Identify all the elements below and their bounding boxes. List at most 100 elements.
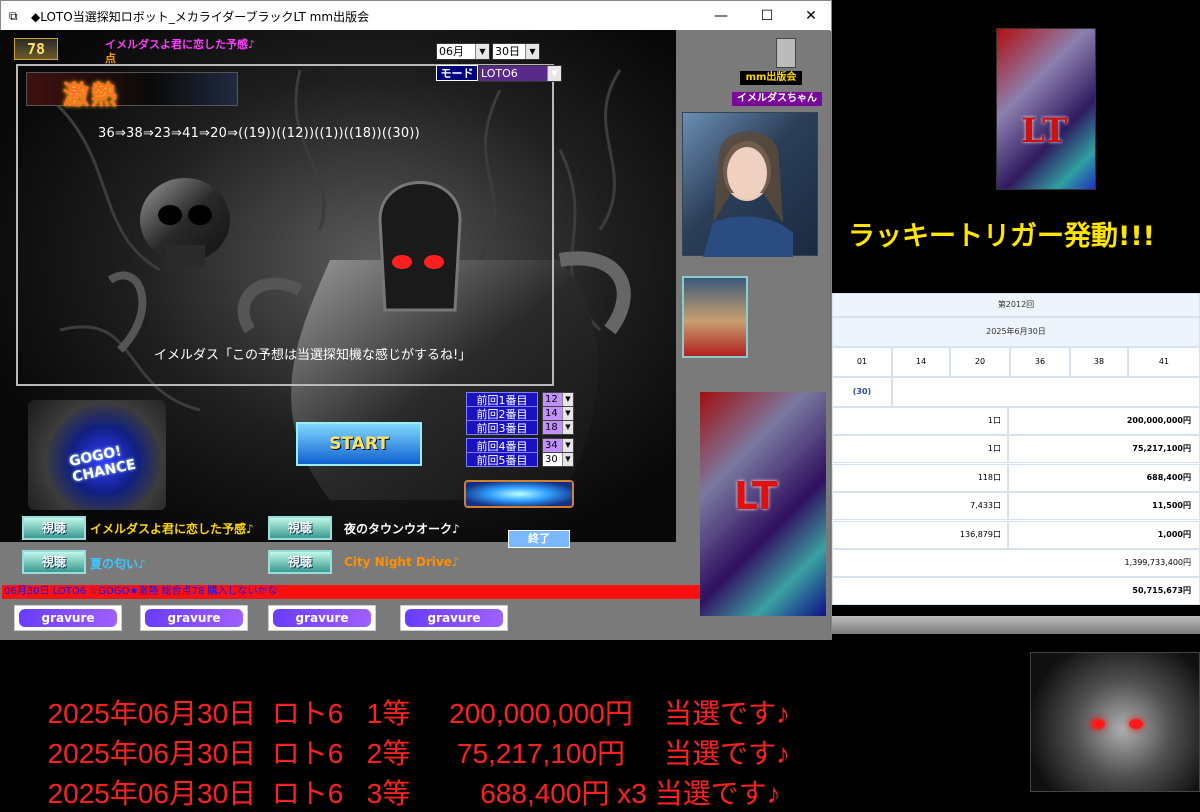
mode-select[interactable]: LOTO6 ▼ bbox=[478, 65, 562, 82]
lucky-trigger-panel: LT bbox=[996, 28, 1096, 190]
gravure-label: gravure bbox=[19, 609, 117, 627]
prev-4-value: 34 bbox=[545, 440, 558, 451]
current-song-title: イメルダスよ君に恋した予感♪ bbox=[105, 38, 256, 51]
chevron-down-icon: ▼ bbox=[475, 44, 489, 59]
winning-number-cell: 38 bbox=[1070, 347, 1128, 377]
prev-4-select[interactable]: 34 ▼ bbox=[542, 438, 574, 453]
gogo-chance-lamp: GOGO! CHANCE bbox=[28, 400, 166, 510]
gravure-label: gravure bbox=[405, 609, 503, 627]
prize-count-cell: 7,433口 bbox=[832, 492, 1008, 521]
slot-lt-text: LT bbox=[734, 474, 778, 518]
song-title-4: City Night Drive♪ bbox=[344, 555, 460, 569]
song-title-2: 夜のタウンウオーク♪ bbox=[344, 522, 460, 536]
score-label: 点 bbox=[105, 52, 116, 65]
prev-5-select[interactable]: 30 ▼ bbox=[542, 452, 574, 467]
mode-label: モード bbox=[436, 65, 478, 81]
end-button[interactable]: 終了 bbox=[508, 530, 570, 548]
prev-2-value: 14 bbox=[545, 408, 558, 419]
chevron-down-icon: ▼ bbox=[562, 393, 573, 406]
publisher-label: mm出版会 bbox=[740, 71, 802, 85]
window-title: ◆LOTO当選探知ロボット_メカライダーブラックLT mm出版会 bbox=[31, 9, 370, 24]
gekinetsu-banner: 激熱 bbox=[26, 72, 238, 111]
chevron-down-icon: ▼ bbox=[547, 66, 561, 81]
preview-button-4[interactable]: 視聴 bbox=[268, 550, 332, 574]
win-game: ロト6 bbox=[271, 778, 344, 809]
prev-1-value: 12 bbox=[545, 394, 558, 405]
display-frame bbox=[16, 64, 554, 386]
prev-1-select[interactable]: 12 ▼ bbox=[542, 392, 574, 407]
bonus-cell: (30) bbox=[832, 377, 892, 407]
lucky-trigger-slot-art: LT bbox=[700, 392, 826, 616]
winning-number-cell: 36 bbox=[1010, 347, 1070, 377]
prize-amount-cell: 11,500円 bbox=[1008, 492, 1200, 521]
preview-button-2[interactable]: 視聴 bbox=[268, 516, 332, 540]
blue-lamp-button[interactable] bbox=[464, 480, 574, 508]
lt-text: LT bbox=[1021, 111, 1068, 151]
lucky-trigger-text: ラッキートリガー発動!!! bbox=[848, 221, 1155, 252]
preview-button-3[interactable]: 視聴 bbox=[22, 550, 86, 574]
song-title-3: 夏の匂い♪ bbox=[90, 557, 146, 571]
slot-thumbnail[interactable] bbox=[682, 276, 748, 358]
win-amount: 688,400円 x3 bbox=[480, 778, 647, 809]
bonus-empty-cell bbox=[892, 377, 1200, 407]
prev-5-label: 前回5番目 bbox=[466, 452, 538, 467]
prize-count-cell: 1口 bbox=[832, 407, 1008, 435]
preview-button-1[interactable]: 視聴 bbox=[22, 516, 86, 540]
chevron-down-icon: ▼ bbox=[562, 453, 573, 466]
chevron-down-icon: ▼ bbox=[525, 44, 539, 59]
score-badge: 78 bbox=[14, 38, 58, 60]
day-value: 30日 bbox=[495, 45, 520, 58]
prize-amount-cell: 1,000円 bbox=[1008, 520, 1200, 549]
robot-rider-thumbnail bbox=[1030, 652, 1200, 792]
month-value: 06月 bbox=[439, 45, 464, 58]
win-date: 2025年06月30日 bbox=[47, 778, 257, 809]
title-bar[interactable]: ⧉ ◆LOTO当選探知ロボット_メカライダーブラックLT mm出版会 — ☐ ✕ bbox=[1, 1, 831, 31]
banner-text: 激熱 bbox=[63, 81, 120, 111]
character-portrait bbox=[682, 112, 818, 257]
prev-5-value: 30 bbox=[545, 454, 558, 465]
result-table: 第2012回 2025年6月30日 (30) 1,399,733,400円 50… bbox=[832, 293, 1200, 605]
portrait-image bbox=[703, 131, 793, 257]
chevron-down-icon: ▼ bbox=[562, 439, 573, 452]
gravure-button-1[interactable]: gravure bbox=[14, 605, 122, 631]
prev-4-label: 前回4番目 bbox=[466, 438, 538, 453]
prediction-sequence: 36⇒38⇒23⇒41⇒20⇒((19))((12))((1))((18))((… bbox=[98, 126, 420, 141]
chevron-down-icon: ▼ bbox=[562, 407, 573, 420]
minimize-button[interactable]: — bbox=[699, 1, 743, 31]
prev-1-label: 前回1番目 bbox=[466, 392, 538, 407]
win-rank: 3等 bbox=[366, 778, 411, 809]
gravure-button-4[interactable]: gravure bbox=[400, 605, 508, 631]
win-line-3: 2025年06月30日 ロト6 3等 688,400円 x3 当選です♪ bbox=[32, 740, 781, 812]
gravure-button-2[interactable]: gravure bbox=[140, 605, 248, 631]
winning-number-cell: 41 bbox=[1128, 347, 1200, 377]
divider bbox=[0, 634, 832, 640]
robot-eye bbox=[1091, 719, 1105, 729]
prev-2-label: 前回2番目 bbox=[466, 406, 538, 421]
winning-number-cell: 20 bbox=[950, 347, 1010, 377]
prev-3-label: 前回3番目 bbox=[466, 420, 538, 435]
mini-thumbnail bbox=[776, 38, 796, 68]
divider bbox=[832, 616, 1200, 634]
winning-number-cell: 14 bbox=[892, 347, 950, 377]
gravure-button-3[interactable]: gravure bbox=[268, 605, 376, 631]
song-title-1: イメルダスよ君に恋した予感♪ bbox=[90, 522, 254, 536]
gravure-label: gravure bbox=[145, 609, 243, 627]
character-speech: イメルダス「この予想は当選探知機な感じがするね!」 bbox=[154, 348, 472, 363]
gravure-label: gravure bbox=[273, 609, 371, 627]
prev-2-select[interactable]: 14 ▼ bbox=[542, 406, 574, 421]
carryover-cell: 50,715,673円 bbox=[832, 577, 1200, 605]
mode-value: LOTO6 bbox=[481, 67, 518, 80]
prize-count-cell: 1口 bbox=[832, 435, 1008, 464]
app-icon: ⧉ bbox=[9, 9, 18, 23]
robot-eye bbox=[1129, 719, 1143, 729]
close-button[interactable]: ✕ bbox=[789, 1, 833, 31]
win-note: 当選です♪ bbox=[654, 778, 781, 809]
prize-amount-cell: 688,400円 bbox=[1008, 463, 1200, 492]
day-select[interactable]: 30日 ▼ bbox=[492, 43, 540, 60]
start-button[interactable]: START bbox=[296, 422, 422, 466]
prev-3-select[interactable]: 18 ▼ bbox=[542, 420, 574, 435]
maximize-button[interactable]: ☐ bbox=[745, 1, 789, 31]
gogo-text: GOGO! CHANCE bbox=[67, 443, 138, 486]
month-select[interactable]: 06月 ▼ bbox=[436, 43, 490, 60]
prize-amount-cell: 200,000,000円 bbox=[1008, 407, 1200, 435]
